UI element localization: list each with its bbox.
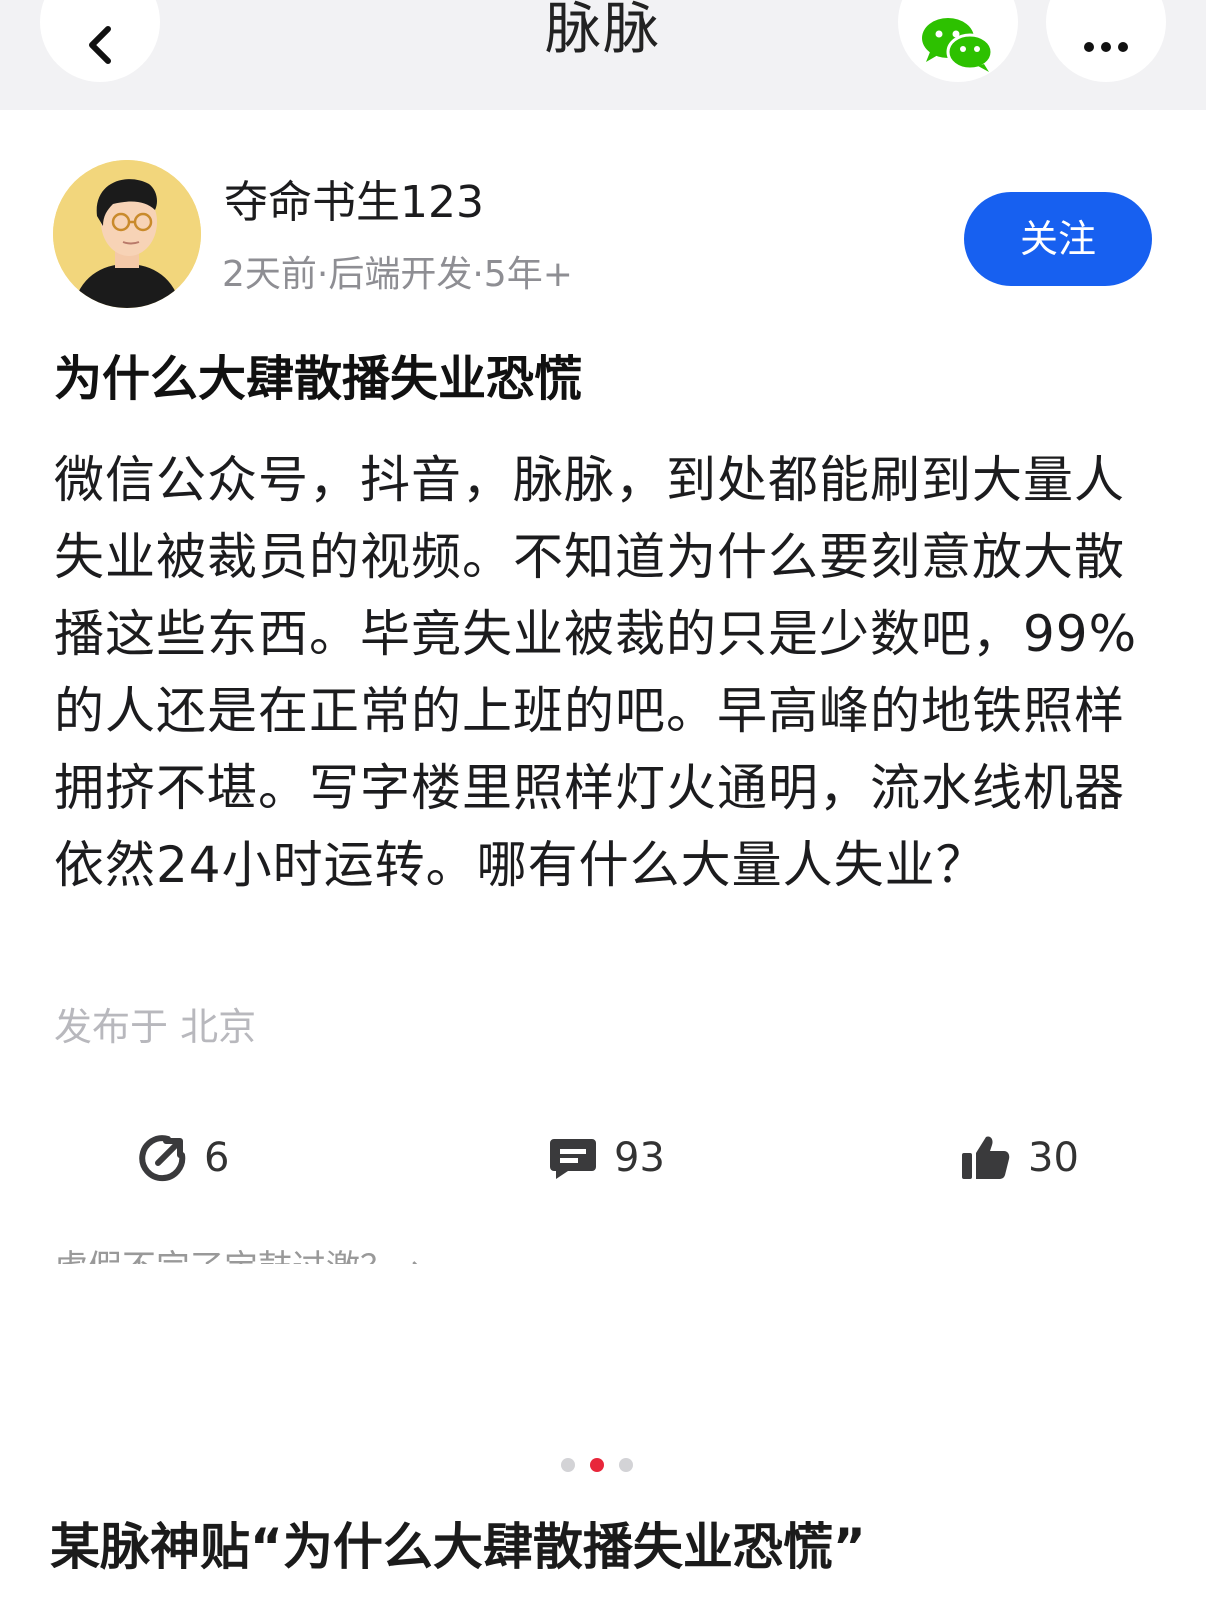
more-dots-icon: [1084, 42, 1128, 52]
avatar-illustration: [53, 160, 201, 308]
post-body: 微信公众号，抖音，脉脉，到处都能刷到大量人失业被裁员的视频。不知道为什么要刻意放…: [54, 451, 1138, 894]
carousel-dot[interactable]: [561, 1458, 575, 1472]
comment-count: 93: [614, 1135, 665, 1181]
post-meta: 2天前·后端开发·5年+: [222, 254, 573, 295]
page-title: 脉脉: [545, 0, 661, 62]
wechat-icon: [922, 18, 994, 72]
top-bar: 脉脉: [0, 0, 1206, 110]
like-button[interactable]: 30: [960, 1118, 1079, 1198]
carousel-dot-active[interactable]: [590, 1458, 604, 1472]
comment-icon: [550, 1139, 596, 1179]
more-button[interactable]: [1046, 0, 1166, 82]
carousel-indicator: [561, 1458, 633, 1474]
author-name[interactable]: 夺命书生123: [224, 176, 484, 230]
comment-button[interactable]: 93: [548, 1118, 665, 1198]
avatar[interactable]: [53, 160, 201, 308]
caption-title: 某脉神贴“为什么大肆散播失业恐慌”: [50, 1518, 866, 1576]
post-title: 为什么大肆散播失业恐慌: [54, 351, 583, 407]
related-topic-text: 虚假不完了宝鼓过激？→: [54, 1248, 524, 1264]
share-count: 6: [204, 1135, 230, 1181]
post-location: 发布于 北京: [54, 1005, 257, 1049]
wechat-share-button[interactable]: [898, 0, 1018, 82]
share-button[interactable]: 6: [138, 1118, 229, 1198]
thumbs-up-icon: [962, 1136, 1010, 1179]
action-bar: 6 93 30: [0, 1118, 1206, 1198]
like-count: 30: [1028, 1135, 1079, 1181]
carousel-dot[interactable]: [619, 1458, 633, 1472]
follow-button[interactable]: 关注: [964, 192, 1152, 286]
share-icon: [139, 1135, 186, 1182]
related-topic-partial[interactable]: 虚假不完了宝鼓过激？→: [54, 1248, 524, 1264]
